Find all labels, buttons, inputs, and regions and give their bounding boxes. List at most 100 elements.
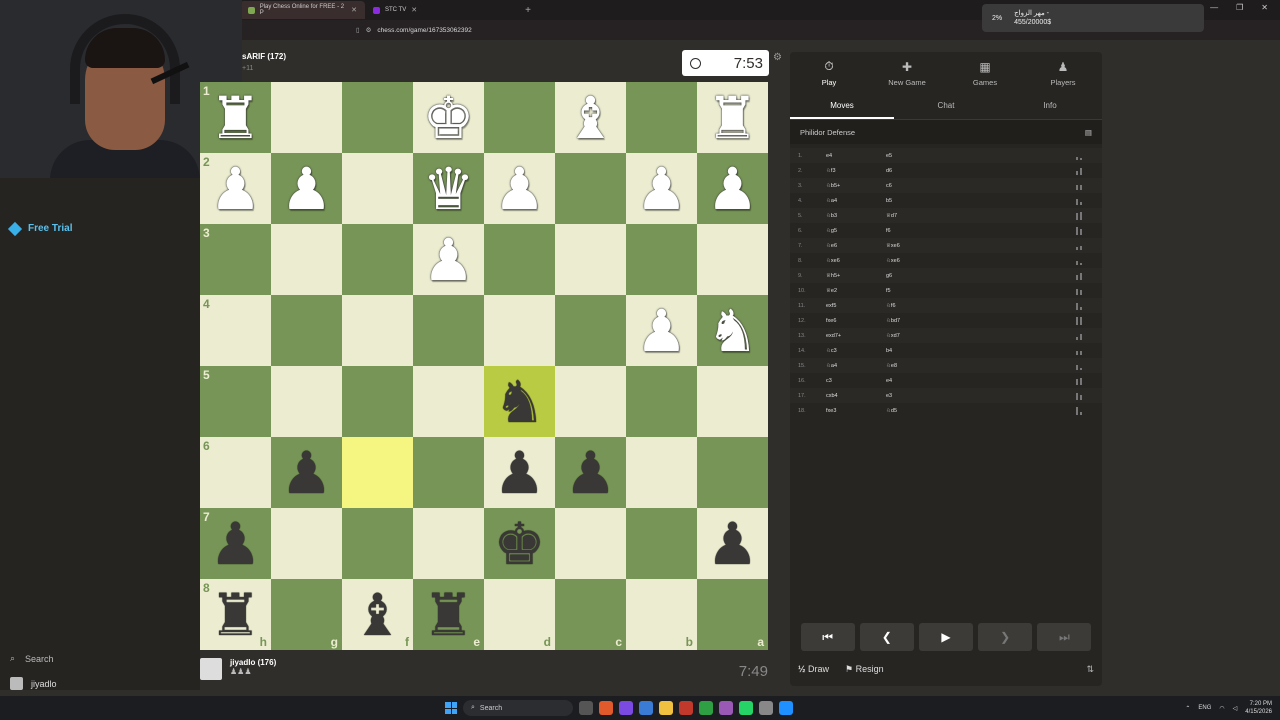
board-square[interactable]: [342, 82, 413, 153]
maximize-icon[interactable]: ❐: [1236, 3, 1243, 12]
nav-play[interactable]: ⏱ Play: [790, 52, 868, 94]
nav-games[interactable]: ▦ Games: [946, 52, 1024, 94]
board-square[interactable]: [626, 508, 697, 579]
white-move[interactable]: ♘a4: [826, 363, 886, 369]
board-square[interactable]: ♚: [484, 508, 555, 579]
board-square[interactable]: f ♝: [342, 579, 413, 650]
opponent-name[interactable]: sARIF (172): [242, 52, 286, 61]
board-square[interactable]: d: [484, 579, 555, 650]
url-field[interactable]: ▯ ⚙ chess.com/game/167353062392: [356, 26, 472, 35]
board-square[interactable]: ♞: [697, 295, 768, 366]
board-square[interactable]: ♝: [555, 82, 626, 153]
board-square[interactable]: 2 ♟: [200, 153, 271, 224]
tab-chess[interactable]: Play Chess Online for FREE - 2 P ✕: [240, 1, 365, 19]
black-move[interactable]: f5: [886, 288, 946, 294]
vscode-icon[interactable]: [639, 701, 653, 715]
black-move[interactable]: e4: [886, 378, 946, 384]
board-square[interactable]: ♟: [555, 437, 626, 508]
close-tab-icon[interactable]: ✕: [351, 6, 357, 14]
brave-browser-icon[interactable]: [599, 701, 613, 715]
board-square[interactable]: ♟: [413, 224, 484, 295]
board-square[interactable]: [626, 82, 697, 153]
book-icon[interactable]: ▤: [1085, 128, 1092, 137]
site-info-icon[interactable]: ⚙: [366, 26, 372, 34]
board-square[interactable]: b: [626, 579, 697, 650]
white-move[interactable]: fxe6: [826, 318, 886, 324]
speaker-icon[interactable]: ◁: [1233, 705, 1238, 712]
white-pawn-piece[interactable]: ♟: [707, 160, 759, 218]
black-bishop-piece[interactable]: ♝: [352, 586, 404, 644]
nav-players[interactable]: ♟ Players: [1024, 52, 1102, 94]
board-square[interactable]: [555, 224, 626, 295]
white-pawn-piece[interactable]: ♟: [636, 160, 688, 218]
white-move[interactable]: ♕h5+: [826, 273, 886, 279]
black-move[interactable]: e5: [886, 153, 946, 159]
language-indicator[interactable]: ENG: [1198, 705, 1211, 711]
board-square[interactable]: [555, 366, 626, 437]
black-pawn-piece[interactable]: ♟: [565, 444, 617, 502]
white-pawn-piece[interactable]: ♟: [636, 302, 688, 360]
board-square[interactable]: [342, 295, 413, 366]
board-square[interactable]: ♟: [271, 153, 342, 224]
board-square[interactable]: [555, 295, 626, 366]
new-tab-icon[interactable]: +: [525, 5, 531, 16]
board-square[interactable]: ♟: [626, 153, 697, 224]
last-move-button[interactable]: ⏭: [1037, 623, 1092, 651]
black-pawn-piece[interactable]: ♟: [494, 444, 546, 502]
file-explorer-icon[interactable]: [659, 701, 673, 715]
white-move[interactable]: ♘a4: [826, 198, 886, 204]
free-trial-link[interactable]: Free Trial: [7, 221, 72, 236]
white-move[interactable]: ♘e6: [826, 243, 886, 249]
black-move[interactable]: ♕xe6: [886, 243, 946, 249]
task-view-icon[interactable]: [579, 701, 593, 715]
clock[interactable]: 7:20 PM 4/15/2026: [1245, 700, 1272, 716]
board-square[interactable]: ♞: [484, 366, 555, 437]
board-square[interactable]: 6: [200, 437, 271, 508]
black-move[interactable]: e3: [886, 393, 946, 399]
black-rook-piece[interactable]: ♜: [210, 586, 262, 644]
board-settings-icon[interactable]: ⚙: [773, 52, 782, 63]
white-queen-piece[interactable]: ♛: [423, 160, 475, 218]
black-move[interactable]: ♘f6: [886, 303, 946, 309]
board-square[interactable]: 5: [200, 366, 271, 437]
white-bishop-piece[interactable]: ♝: [565, 89, 617, 147]
app-icon[interactable]: [679, 701, 693, 715]
resign-button[interactable]: ⚑ Resign: [845, 664, 884, 675]
white-pawn-piece[interactable]: ♟: [210, 160, 262, 218]
play-button[interactable]: ▶: [918, 623, 973, 651]
nav-new-game[interactable]: ✚ New Game: [868, 52, 946, 94]
board-square[interactable]: [697, 437, 768, 508]
white-move[interactable]: fxe3: [826, 408, 886, 414]
first-move-button[interactable]: ⏮: [800, 623, 855, 651]
board-square[interactable]: [271, 366, 342, 437]
prev-move-button[interactable]: ❮: [859, 623, 914, 651]
black-pawn-piece[interactable]: ♟: [707, 515, 759, 573]
opening-name[interactable]: Philidor Defense: [800, 128, 855, 137]
board-square[interactable]: [555, 153, 626, 224]
board-square[interactable]: [413, 437, 484, 508]
white-move[interactable]: cxb4: [826, 393, 886, 399]
board-square[interactable]: [697, 224, 768, 295]
board-square[interactable]: [342, 153, 413, 224]
sidebar-search[interactable]: ⌕ Search: [10, 653, 54, 664]
chess-board[interactable]: 1 ♜ ♚ ♝ ♜ 2 ♟ ♟ ♛ ♟ ♟ ♟ 3 ♟ 4 ♟ ♞ 5 ♞ 6 ♟ ♟ ♟ 7 ♟ ♚ ♟ 8 h ♜ g f ♝ e ♜ d c b a: [200, 82, 768, 650]
white-move[interactable]: exd7+: [826, 333, 886, 339]
wifi-icon[interactable]: ◠: [1219, 705, 1224, 712]
board-square[interactable]: e ♜: [413, 579, 484, 650]
black-move[interactable]: ♘bd7: [886, 318, 946, 324]
taskbar-search[interactable]: ⌕ Search: [463, 700, 573, 716]
board-square[interactable]: 1 ♜: [200, 82, 271, 153]
flip-board-icon[interactable]: ⇅: [1086, 664, 1094, 675]
black-move[interactable]: f6: [886, 228, 946, 234]
next-move-button[interactable]: ❯: [978, 623, 1033, 651]
black-move[interactable]: ♘xd7: [886, 333, 946, 339]
board-square[interactable]: [626, 437, 697, 508]
minimize-icon[interactable]: —: [1210, 3, 1218, 12]
board-square[interactable]: 8 h ♜: [200, 579, 271, 650]
tab-chat[interactable]: Chat: [894, 94, 998, 119]
black-move[interactable]: b5: [886, 198, 946, 204]
edge-icon[interactable]: [779, 701, 793, 715]
board-square[interactable]: [271, 82, 342, 153]
board-square[interactable]: 4: [200, 295, 271, 366]
board-square[interactable]: ♟: [484, 153, 555, 224]
